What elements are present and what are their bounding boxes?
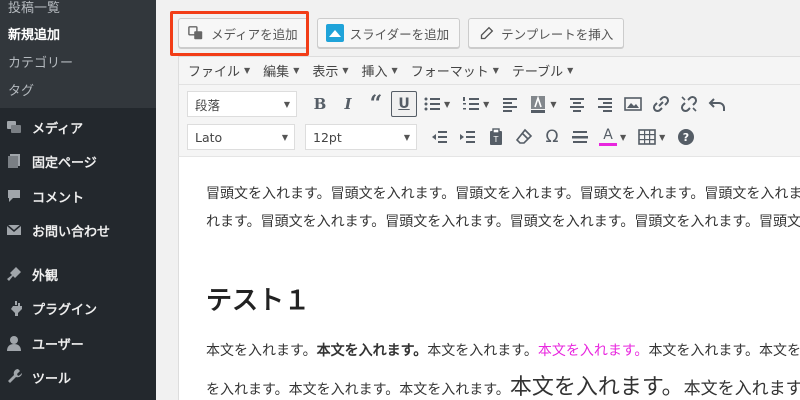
sidebar-item-label: メディア: [32, 121, 84, 137]
caret-down-icon: ▼: [283, 99, 290, 109]
add-slider-label: スライダーを追加: [349, 26, 450, 42]
indent-icon[interactable]: [455, 124, 481, 150]
caret-down-icon[interactable]: ▼: [483, 100, 489, 109]
sidebar-item-media[interactable]: メディア: [0, 112, 156, 142]
caret-down-icon[interactable]: ▼: [620, 133, 626, 142]
caret-down-icon: ▼: [293, 66, 300, 75]
body-line-2: を入れます。本文を入れます。本文を入れます。本文を入れます。本文を入れます。: [206, 375, 800, 400]
heading-test-1: テスト１: [206, 286, 311, 316]
toolbar-row-1: 段落 ▼ B I “ U ▼ ▼ ▼: [179, 88, 800, 120]
insert-template-button[interactable]: テンプレートを挿入: [468, 18, 625, 48]
help-icon[interactable]: ?: [673, 124, 699, 150]
font-family-select[interactable]: Lato ▼: [187, 124, 295, 150]
caret-down-icon: ▼: [403, 132, 410, 142]
caret-down-icon[interactable]: ▼: [444, 100, 450, 109]
sidebar-item-users[interactable]: ユーザー: [0, 328, 156, 358]
sidebar-item-label: 外観: [32, 268, 59, 284]
sidebar-item-label: 固定ページ: [32, 155, 97, 171]
submenu-all-posts[interactable]: 投稿一覧: [8, 0, 60, 16]
svg-text:?: ?: [683, 131, 689, 144]
caret-down-icon: ▼: [244, 66, 251, 75]
pages-icon: [5, 152, 23, 170]
outdent-icon[interactable]: [427, 124, 453, 150]
body-line-1: 本文を入れます。本文を入れます。本文を入れます。本文を入れます。本文を入れます。…: [206, 343, 800, 359]
bullet-list-icon[interactable]: [419, 91, 445, 117]
toolbar-row-2: Lato ▼ 12pt ▼ T Ω A ▼ ▼ ?: [179, 121, 800, 153]
caret-down-icon: ▼: [281, 132, 288, 142]
submenu-tags[interactable]: タグ: [8, 80, 34, 99]
unlink-icon[interactable]: [676, 91, 702, 117]
text-color-swatch: [599, 143, 617, 146]
editor-menubar: ファイル ▼ 編集 ▼ 表示 ▼ 挿入 ▼ フォーマット ▼ テーブル ▼: [179, 57, 800, 85]
horizontal-line-icon[interactable]: [567, 124, 593, 150]
wp-editor-screen: 投稿一覧 新規追加 カテゴリー タグ メディア 固定ページ コメント お問い合わ…: [0, 0, 800, 400]
table-icon[interactable]: [634, 124, 660, 150]
font-size-select[interactable]: 12pt ▼: [305, 124, 417, 150]
bold-icon[interactable]: B: [307, 91, 333, 117]
editor-content[interactable]: 冒頭文を入れます。冒頭文を入れます。冒頭文を入れます。冒頭文を入れます。冒頭文を…: [178, 156, 800, 400]
sidebar-item-label: コメント: [32, 190, 85, 206]
tools-icon: [5, 368, 23, 386]
caret-down-icon: ▼: [391, 66, 398, 75]
underline-icon[interactable]: U: [391, 91, 417, 117]
undo-icon[interactable]: [704, 91, 730, 117]
editor-toolbar: ファイル ▼ 編集 ▼ 表示 ▼ 挿入 ▼ フォーマット ▼ テーブル ▼ 段落 ▼ B I …: [178, 56, 800, 156]
sidebar-item-label: ユーザー: [32, 337, 84, 353]
align-left-icon[interactable]: [497, 91, 523, 117]
sidebar-item-appearance[interactable]: 外観: [0, 259, 156, 289]
italic-icon[interactable]: I: [335, 91, 361, 117]
menu-view[interactable]: 表示 ▼: [312, 61, 348, 80]
special-character-icon[interactable]: Ω: [539, 124, 565, 150]
link-icon[interactable]: [648, 91, 674, 117]
slider-icon: [325, 24, 344, 42]
sidebar-item-label: プラグイン: [32, 302, 98, 318]
blockquote-icon[interactable]: “: [363, 91, 389, 117]
add-media-highlight: [170, 11, 309, 56]
mail-icon: [5, 221, 23, 239]
sidebar-item-label: ツール: [32, 371, 72, 387]
highlight-color-icon[interactable]: [525, 91, 551, 117]
caret-down-icon: ▼: [492, 66, 499, 75]
format-select[interactable]: 段落 ▼: [187, 91, 297, 117]
submenu-categories[interactable]: カテゴリー: [8, 52, 73, 71]
insert-template-label: テンプレートを挿入: [501, 26, 614, 42]
menu-edit[interactable]: 編集 ▼: [263, 61, 299, 80]
menu-insert[interactable]: 挿入 ▼: [362, 61, 398, 80]
admin-sidebar: 投稿一覧 新規追加 カテゴリー タグ メディア 固定ページ コメント お問い合わ…: [0, 0, 156, 400]
sidebar-item-tools[interactable]: ツール: [0, 362, 156, 392]
caret-down-icon[interactable]: ▼: [659, 133, 665, 142]
sidebar-item-label: お問い合わせ: [32, 224, 111, 240]
svg-text:T: T: [493, 135, 499, 144]
pencil-icon: [477, 24, 495, 42]
paste-text-icon[interactable]: T: [483, 124, 509, 150]
menu-format[interactable]: フォーマット ▼: [411, 61, 499, 80]
menu-file[interactable]: ファイル ▼: [188, 61, 250, 80]
users-icon: [5, 334, 23, 352]
caret-down-icon: ▼: [567, 66, 574, 75]
clear-formatting-icon[interactable]: [511, 124, 537, 150]
intro-line-1: 冒頭文を入れます。冒頭文を入れます。冒頭文を入れます。冒頭文を入れます。冒頭文を…: [206, 186, 800, 202]
caret-down-icon: ▼: [342, 66, 349, 75]
posts-submenu: 投稿一覧 新規追加 カテゴリー タグ: [0, 0, 156, 108]
sidebar-item-contact[interactable]: お問い合わせ: [0, 215, 156, 245]
numbered-list-icon[interactable]: [458, 91, 484, 117]
menu-table[interactable]: テーブル ▼: [512, 61, 573, 80]
plugins-icon: [5, 299, 23, 317]
sidebar-item-plugins[interactable]: プラグイン: [0, 293, 156, 323]
add-slider-button[interactable]: スライダーを追加: [316, 18, 461, 48]
appearance-icon: [5, 265, 23, 283]
submenu-add-new[interactable]: 新規追加: [8, 24, 60, 43]
caret-down-icon[interactable]: ▼: [550, 100, 556, 109]
media-icon: [5, 118, 23, 136]
sidebar-item-comments[interactable]: コメント: [0, 181, 156, 211]
text-color-icon[interactable]: A: [595, 124, 621, 150]
intro-line-2: れます。冒頭文を入れます。冒頭文を入れます。冒頭文を入れます。冒頭文を入れます。…: [206, 214, 800, 230]
align-right-icon[interactable]: [592, 91, 618, 117]
sidebar-item-pages[interactable]: 固定ページ: [0, 146, 156, 176]
image-icon[interactable]: [620, 91, 646, 117]
comments-icon: [5, 187, 23, 205]
align-center-icon[interactable]: [564, 91, 590, 117]
